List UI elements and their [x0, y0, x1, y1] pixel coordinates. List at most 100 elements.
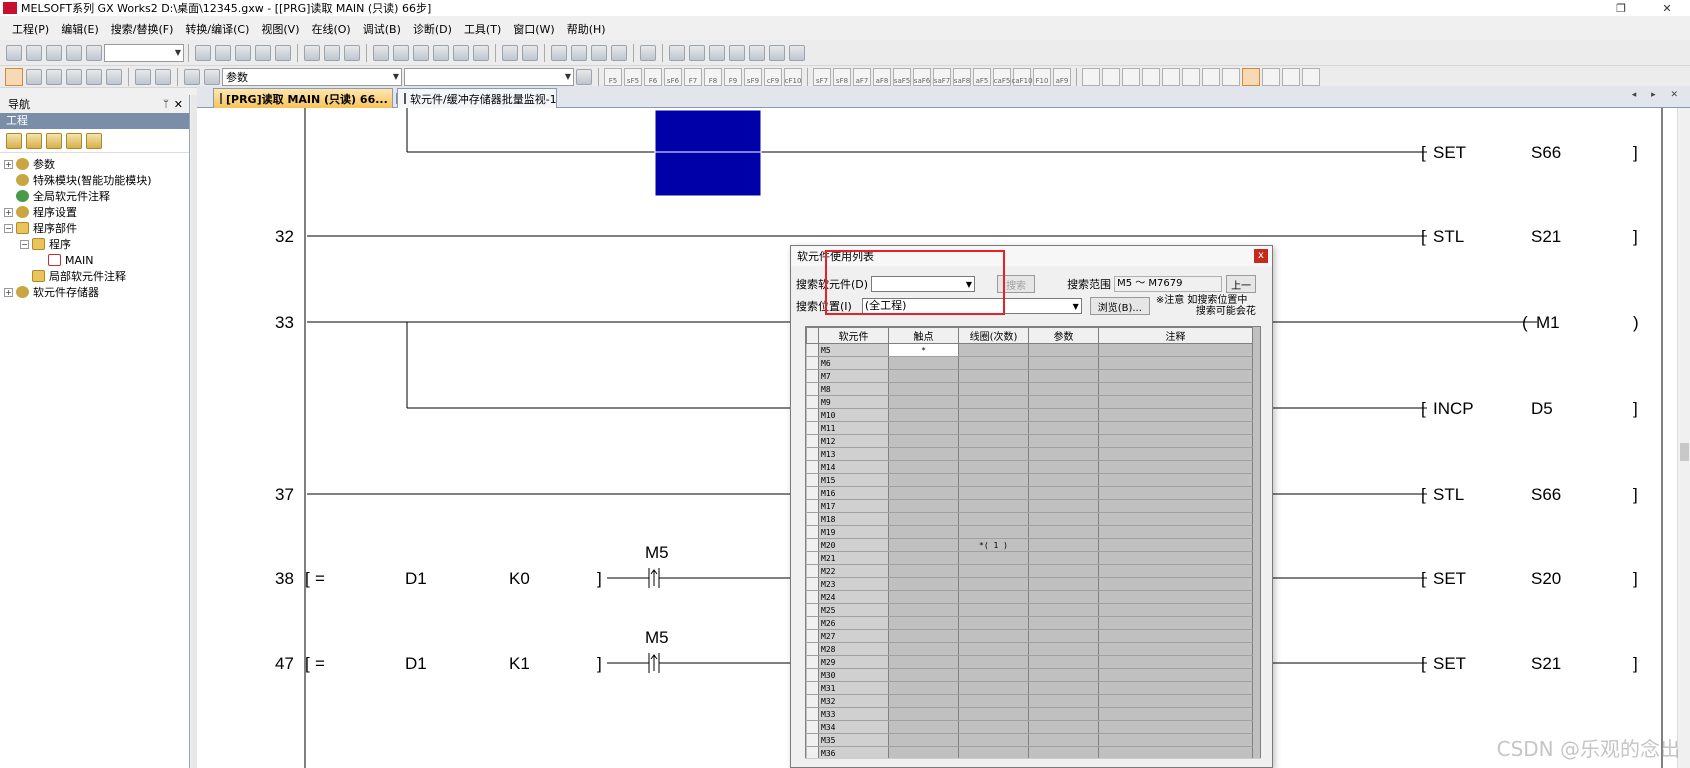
- cell-device[interactable]: M14: [818, 460, 889, 474]
- caf5-icon[interactable]: caF5: [993, 67, 1011, 86]
- sf8-icon[interactable]: sF8: [833, 67, 851, 86]
- edit-tool-6[interactable]: [1182, 67, 1200, 86]
- table-row[interactable]: M17: [806, 499, 1253, 513]
- cell-empty[interactable]: [1028, 577, 1099, 591]
- cell-empty[interactable]: [1028, 447, 1099, 461]
- cell-empty[interactable]: [1098, 408, 1253, 422]
- f8-instruction-icon[interactable]: F8: [704, 67, 722, 86]
- cell-empty[interactable]: [1098, 447, 1253, 461]
- af8-icon[interactable]: aF8: [873, 67, 891, 86]
- cell-empty[interactable]: [1028, 616, 1099, 630]
- cell-empty[interactable]: [1098, 369, 1253, 383]
- cell-coil[interactable]: [958, 512, 1029, 526]
- cell-empty[interactable]: [1028, 655, 1099, 669]
- cell-empty[interactable]: [1028, 538, 1099, 552]
- cell-coil[interactable]: [958, 369, 1029, 383]
- saf5-icon[interactable]: saF5: [893, 67, 911, 86]
- table-row[interactable]: M31: [806, 681, 1253, 695]
- tree-item[interactable]: 全局软元件注释: [0, 188, 189, 204]
- tree-item[interactable]: MAIN: [0, 252, 189, 268]
- ladder-edit-icon-1[interactable]: [669, 44, 685, 61]
- cell-coil[interactable]: [958, 733, 1029, 747]
- tab-scroll-arrows[interactable]: ◂ ▸ ✕: [1632, 90, 1684, 100]
- cell-empty[interactable]: [1098, 694, 1253, 708]
- cell-empty[interactable]: [1098, 343, 1253, 357]
- af5-icon[interactable]: aF5: [973, 67, 991, 86]
- expander-icon[interactable]: −: [4, 223, 13, 233]
- tab-main-program[interactable]: [PRG]读取 MAIN (只读) 66... ✕: [213, 88, 406, 108]
- cell-empty[interactable]: [1028, 434, 1099, 448]
- browse-button[interactable]: 浏览(B)...: [1089, 297, 1150, 315]
- new-file-icon[interactable]: [6, 44, 22, 61]
- cell-device[interactable]: M9: [818, 395, 889, 409]
- cell-coil[interactable]: [958, 642, 1029, 656]
- cell-empty[interactable]: [1098, 434, 1253, 448]
- cell-empty[interactable]: [1098, 642, 1253, 656]
- menu-item[interactable]: 在线(O): [305, 21, 356, 37]
- pin-icon[interactable]: ᛘ: [163, 99, 169, 110]
- new-data-icon[interactable]: [6, 132, 22, 149]
- table-row[interactable]: M20 *( 1 ): [806, 538, 1253, 552]
- cell-empty[interactable]: [1028, 525, 1099, 539]
- cell-device[interactable]: M22: [818, 564, 889, 578]
- monitor-start-icon[interactable]: [373, 44, 389, 61]
- table-row[interactable]: M30: [806, 668, 1253, 682]
- edit-tool-7[interactable]: [1202, 67, 1220, 86]
- cell-contact[interactable]: [888, 577, 959, 591]
- cell-coil[interactable]: [958, 486, 1029, 500]
- grid-view-icon-3[interactable]: [106, 68, 122, 85]
- window-icon[interactable]: [46, 68, 62, 85]
- cell-empty[interactable]: [1028, 460, 1099, 474]
- cell-coil[interactable]: [958, 356, 1029, 370]
- cell-coil[interactable]: [958, 629, 1029, 643]
- menu-item[interactable]: 帮助(H): [561, 21, 612, 37]
- tree-item[interactable]: − 程序部件: [0, 220, 189, 236]
- cell-contact[interactable]: [888, 499, 959, 513]
- sf5-contact-icon[interactable]: sF5: [624, 67, 642, 86]
- cell-contact[interactable]: [888, 421, 959, 435]
- table-row[interactable]: M24: [806, 590, 1253, 604]
- cell-coil[interactable]: [958, 421, 1029, 435]
- cell-contact[interactable]: [888, 460, 959, 474]
- expander-icon[interactable]: +: [4, 207, 13, 217]
- cell-empty[interactable]: [1098, 564, 1253, 578]
- cell-empty[interactable]: [1098, 655, 1253, 669]
- cell-empty[interactable]: [1098, 720, 1253, 734]
- cell-device[interactable]: M6: [818, 356, 889, 370]
- convert-icon[interactable]: [522, 44, 538, 61]
- table-row[interactable]: M18: [806, 512, 1253, 526]
- cell-coil[interactable]: [958, 577, 1029, 591]
- cell-empty[interactable]: [1028, 642, 1099, 656]
- column-coil[interactable]: 线圈(次数): [958, 327, 1029, 344]
- table-row[interactable]: M23: [806, 577, 1253, 591]
- cell-contact[interactable]: [888, 356, 959, 370]
- cell-empty[interactable]: [1098, 551, 1253, 565]
- question-icon[interactable]: [184, 68, 200, 85]
- cell-coil[interactable]: [958, 395, 1029, 409]
- cell-empty[interactable]: [1098, 629, 1253, 643]
- cell-coil[interactable]: *( 1 ): [958, 538, 1029, 552]
- cell-device[interactable]: M20: [818, 538, 889, 552]
- refresh-icon[interactable]: [66, 132, 82, 149]
- tree-item[interactable]: + 程序设置: [0, 204, 189, 220]
- ladder-edit-icon-6[interactable]: [769, 44, 785, 61]
- menu-item[interactable]: 搜索/替换(F): [105, 21, 180, 37]
- table-row[interactable]: M14: [806, 460, 1253, 474]
- edit-tool-2[interactable]: [1102, 67, 1120, 86]
- redo-icon[interactable]: [275, 44, 291, 61]
- prev-button[interactable]: 上一: [1226, 275, 1257, 293]
- grid-view-icon-1[interactable]: [66, 68, 82, 85]
- cell-contact[interactable]: [888, 681, 959, 695]
- cell-coil[interactable]: [958, 681, 1029, 695]
- cell-coil[interactable]: [958, 655, 1029, 669]
- cross-reference-icon[interactable]: [453, 44, 469, 61]
- cell-empty[interactable]: [1098, 512, 1253, 526]
- cell-device[interactable]: M19: [818, 525, 889, 539]
- cell-empty[interactable]: [1098, 681, 1253, 695]
- cell-device[interactable]: M28: [818, 642, 889, 656]
- table-row[interactable]: M6: [806, 356, 1253, 370]
- dialog-close-button[interactable]: x: [1254, 249, 1268, 263]
- undo-icon[interactable]: [255, 44, 271, 61]
- edit-tool-4[interactable]: [1142, 67, 1160, 86]
- f9-line-icon[interactable]: F9: [724, 67, 742, 86]
